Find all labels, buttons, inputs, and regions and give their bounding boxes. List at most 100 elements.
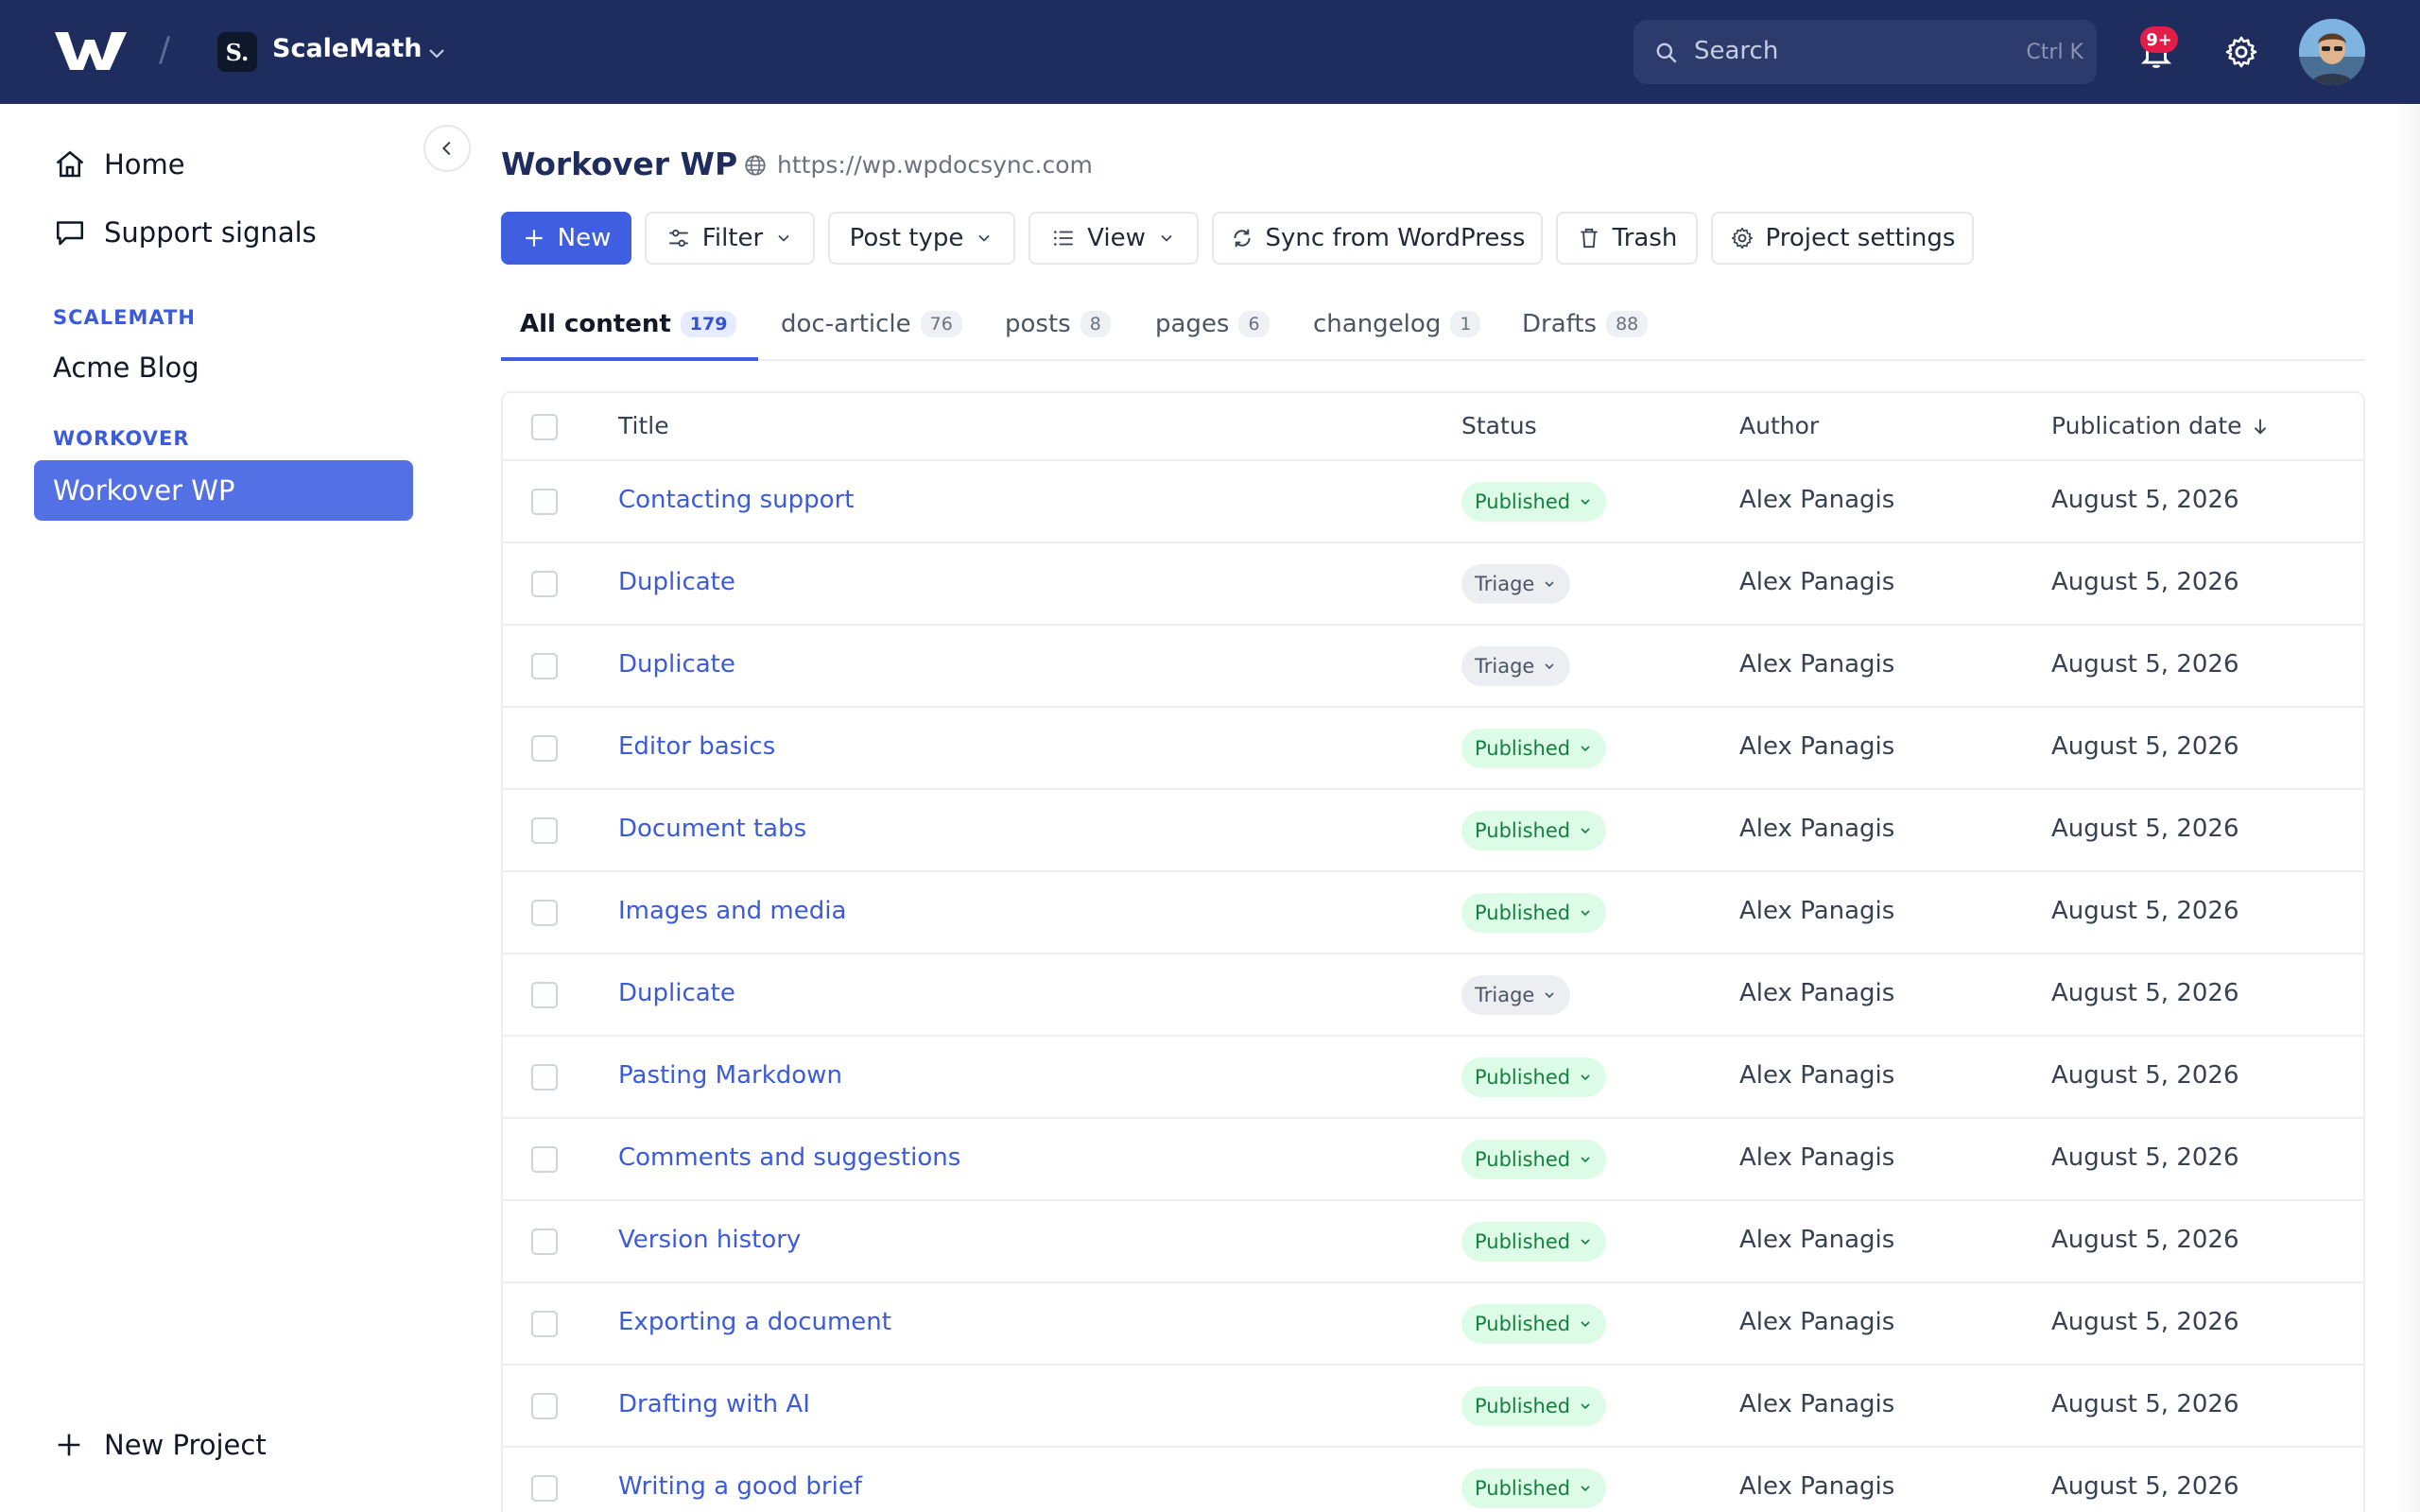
row-title-link[interactable]: Pasting Markdown xyxy=(618,1061,842,1090)
search-input[interactable]: Search Ctrl K xyxy=(1634,20,2097,84)
table-row[interactable]: Version history Published Alex Panagis Augu… xyxy=(503,1201,2363,1283)
row-author: Alex Panagis xyxy=(1739,732,1895,761)
row-author: Alex Panagis xyxy=(1739,979,1895,1007)
user-photo-icon xyxy=(2299,19,2365,85)
row-title-link[interactable]: Exporting a document xyxy=(618,1308,891,1336)
tab-count: 1 xyxy=(1450,311,1481,337)
column-header-author[interactable]: Author xyxy=(1739,412,1819,439)
row-checkbox[interactable] xyxy=(531,1311,558,1337)
row-title-link[interactable]: Editor basics xyxy=(618,732,775,761)
status-badge[interactable]: Published xyxy=(1461,893,1607,933)
table-row[interactable]: Images and media Published Alex Panagis Aug… xyxy=(503,872,2363,954)
sidebar: Home Support signals SCALEMATH Acme Blog… xyxy=(0,104,471,1512)
row-checkbox[interactable] xyxy=(531,817,558,844)
row-checkbox[interactable] xyxy=(531,1146,558,1173)
table-row[interactable]: Document tabs Published Alex Panagis August… xyxy=(503,790,2363,872)
new-project-button[interactable]: New Project xyxy=(53,1429,267,1461)
row-checkbox[interactable] xyxy=(531,900,558,926)
row-checkbox[interactable] xyxy=(531,653,558,679)
status-badge[interactable]: Published xyxy=(1461,729,1607,768)
row-checkbox[interactable] xyxy=(531,1475,558,1502)
row-checkbox[interactable] xyxy=(531,1393,558,1419)
chevron-down-icon xyxy=(778,234,789,242)
status-badge[interactable]: Triage xyxy=(1461,646,1571,686)
row-title-link[interactable]: Version history xyxy=(618,1226,801,1254)
row-checkbox[interactable] xyxy=(531,571,558,597)
table-row[interactable]: Exporting a document Published Alex Panagi… xyxy=(503,1283,2363,1366)
select-all-checkbox[interactable] xyxy=(531,414,558,440)
filter-button[interactable]: Filter xyxy=(645,212,815,265)
new-button[interactable]: New xyxy=(501,212,631,265)
row-checkbox[interactable] xyxy=(531,982,558,1008)
column-header-status[interactable]: Status xyxy=(1461,412,1537,439)
tab-posts[interactable]: posts 8 xyxy=(1005,310,1111,338)
workspace-avatar[interactable]: S. xyxy=(217,32,257,72)
row-title-link[interactable]: Writing a good brief xyxy=(618,1472,862,1501)
tab-all-content[interactable]: All content 179 xyxy=(520,310,737,338)
sync-from-wordpress-button[interactable]: Sync from WordPress xyxy=(1212,212,1543,265)
user-avatar[interactable] xyxy=(2299,19,2365,85)
top-bar: / S. ScaleMath Search Ctrl K 9+ xyxy=(0,0,2420,104)
table-row[interactable]: Pasting Markdown Published Alex Panagis Aug… xyxy=(503,1037,2363,1119)
row-title-link[interactable]: Contacting support xyxy=(618,486,854,514)
row-title-link[interactable]: Drafting with AI xyxy=(618,1390,810,1418)
table-row[interactable]: Drafting with AI Published Alex Panagis Aug… xyxy=(503,1366,2363,1448)
tab-doc-article[interactable]: doc-article 76 xyxy=(781,310,962,338)
row-title-link[interactable]: Duplicate xyxy=(618,979,735,1007)
tab-count: 8 xyxy=(1080,311,1111,337)
row-title-link[interactable]: Duplicate xyxy=(618,650,735,679)
tab-drafts[interactable]: Drafts 88 xyxy=(1522,310,1649,338)
project-settings-button[interactable]: Project settings xyxy=(1711,212,1974,265)
table-row[interactable]: Comments and suggestions Published Alex Pa… xyxy=(503,1119,2363,1201)
trash-button[interactable]: Trash xyxy=(1556,212,1698,265)
app-logo-icon[interactable] xyxy=(53,28,129,74)
status-badge[interactable]: Published xyxy=(1461,1304,1607,1344)
status-label: Published xyxy=(1475,819,1571,842)
status-badge[interactable]: Published xyxy=(1461,1469,1607,1508)
scroll-shadow xyxy=(2392,104,2420,1512)
row-checkbox[interactable] xyxy=(531,1228,558,1255)
row-publication-date: August 5, 2026 xyxy=(2051,1061,2239,1090)
sidebar-item-workover-wp[interactable]: Workover WP xyxy=(34,460,413,521)
post-type-button[interactable]: Post type xyxy=(828,212,1015,265)
row-title-link[interactable]: Duplicate xyxy=(618,568,735,596)
table-row[interactable]: Duplicate Triage Alex Panagis August 5, 202… xyxy=(503,543,2363,626)
workspace-name[interactable]: ScaleMath xyxy=(272,34,422,63)
status-badge[interactable]: Triage xyxy=(1461,564,1571,604)
chevron-down-icon xyxy=(1161,234,1172,242)
status-badge[interactable]: Published xyxy=(1461,1222,1607,1262)
table-row[interactable]: Duplicate Triage Alex Panagis August 5, 202… xyxy=(503,954,2363,1037)
project-url[interactable]: https://wp.wpdocsync.com xyxy=(743,151,1093,179)
status-badge[interactable]: Published xyxy=(1461,1140,1607,1179)
table-row[interactable]: Writing a good brief Published Alex Panagi… xyxy=(503,1448,2363,1512)
column-header-title[interactable]: Title xyxy=(618,412,669,439)
column-header-publication-date[interactable]: Publication date xyxy=(2051,412,2271,439)
chevron-down-icon[interactable] xyxy=(425,42,448,64)
gear-icon[interactable] xyxy=(2223,34,2259,70)
status-label: Published xyxy=(1475,1230,1571,1253)
row-title-link[interactable]: Images and media xyxy=(618,897,846,925)
tab-changelog[interactable]: changelog 1 xyxy=(1313,310,1481,338)
status-badge[interactable]: Published xyxy=(1461,1386,1607,1426)
row-checkbox[interactable] xyxy=(531,1064,558,1091)
tab-pages[interactable]: pages 6 xyxy=(1155,310,1270,338)
row-checkbox[interactable] xyxy=(531,489,558,515)
status-badge[interactable]: Published xyxy=(1461,1057,1607,1097)
sidebar-item-home[interactable]: Home xyxy=(53,147,185,181)
status-badge[interactable]: Published xyxy=(1461,482,1607,522)
table-row[interactable]: Editor basics Published Alex Panagis August… xyxy=(503,708,2363,790)
tab-count: 6 xyxy=(1238,311,1270,337)
view-button[interactable]: View xyxy=(1028,212,1199,265)
row-title-link[interactable]: Document tabs xyxy=(618,815,806,843)
status-badge[interactable]: Published xyxy=(1461,811,1607,850)
sidebar-item-acme-blog[interactable]: Acme Blog xyxy=(53,352,199,384)
globe-icon xyxy=(745,154,766,176)
status-badge[interactable]: Triage xyxy=(1461,975,1571,1015)
list-icon xyxy=(1054,231,1073,246)
row-title-link[interactable]: Comments and suggestions xyxy=(618,1143,960,1172)
table-row[interactable]: Duplicate Triage Alex Panagis August 5, 202… xyxy=(503,626,2363,708)
sidebar-item-support-signals[interactable]: Support signals xyxy=(53,215,317,249)
row-checkbox[interactable] xyxy=(531,735,558,762)
collapse-sidebar-button[interactable] xyxy=(424,125,471,172)
table-row[interactable]: Contacting support Published Alex Panagis A… xyxy=(503,461,2363,543)
